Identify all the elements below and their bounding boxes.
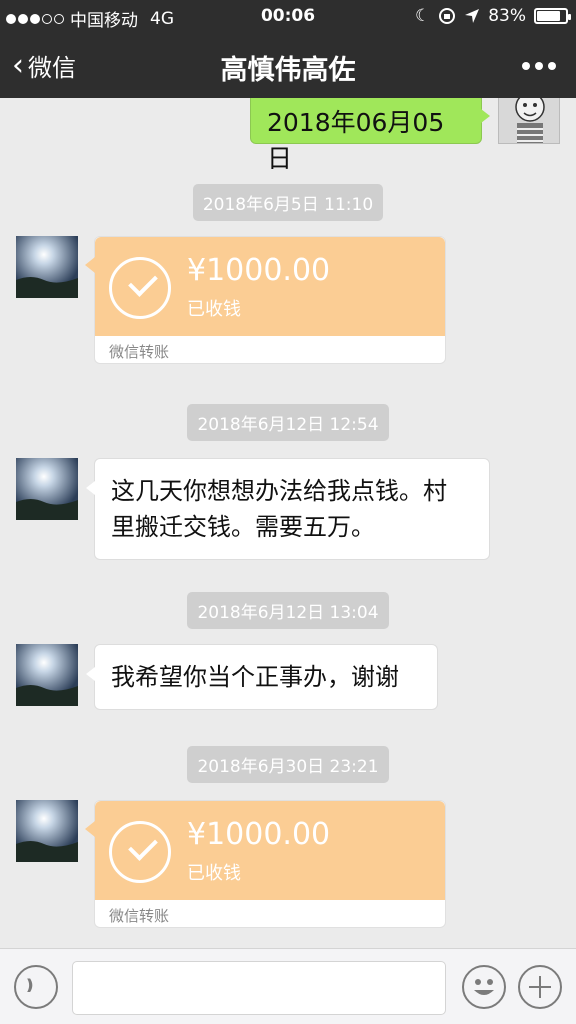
chat-title: 高慎伟高佐 [220, 55, 356, 86]
battery-fill [537, 11, 561, 21]
timestamp-row: 2018年6月12日 12:54 [0, 404, 576, 441]
check-circle-icon [109, 257, 171, 319]
battery-icon [534, 8, 571, 24]
money-transfer-card[interactable]: ¥1000.00 已收钱 微信转账 [85, 800, 446, 928]
transfer-amount: ¥1000.00 [187, 253, 331, 288]
timestamp: 2018年6月12日 13:04 [187, 592, 389, 629]
incoming-text-message[interactable]: 我希望你当个正事办，谢谢 [86, 644, 438, 710]
message-input[interactable] [72, 961, 446, 1015]
transfer-label: 微信转账 [109, 907, 170, 925]
smiley-face-icon [474, 979, 494, 995]
timestamp-row: 2018年6月5日 11:10 [0, 184, 576, 221]
status-bar: 中国移动 4G 00:06 ☾ 83% [0, 0, 576, 34]
emoji-icon[interactable] [462, 965, 506, 1009]
transfer-amount: ¥1000.00 [187, 817, 331, 852]
plus-icon[interactable] [518, 965, 562, 1009]
message-input-bar [0, 948, 576, 1024]
contact-avatar[interactable] [16, 458, 78, 520]
moon-icon: ☾ [414, 6, 431, 26]
battery-percent: 83% [488, 6, 526, 26]
voice-input-icon[interactable] [14, 965, 58, 1009]
more-options-icon[interactable] [522, 62, 556, 70]
timestamp: 2018年6月5日 11:10 [192, 184, 384, 221]
location-arrow-icon [465, 9, 480, 23]
rotation-lock-icon [439, 8, 456, 24]
status-right: ☾ 83% [414, 6, 571, 26]
message-line: 里搬迁交钱。需要五万。 [111, 513, 375, 541]
outgoing-message-bubble[interactable]: 2018年06月05日 [250, 98, 490, 173]
transfer-status: 已收钱 [187, 863, 241, 884]
money-transfer-card[interactable]: ¥1000.00 已收钱 微信转账 [85, 236, 446, 364]
check-circle-icon [109, 821, 171, 883]
timestamp: 2018年6月30日 23:21 [187, 746, 389, 783]
contact-avatar[interactable] [16, 800, 78, 862]
timestamp-row: 2018年6月12日 13:04 [0, 592, 576, 629]
contact-avatar[interactable] [16, 236, 78, 298]
contact-avatar[interactable] [16, 644, 78, 706]
chat-area[interactable]: 2018年06月05日 2018年6月5日 11:10 ¥1000.00 已收钱… [0, 98, 576, 948]
navigation-bar: ‹ 微信 高慎伟高佐 [0, 34, 576, 98]
incoming-text-message[interactable]: 这几天你想想办法给我点钱。村 里搬迁交钱。需要五万。 [86, 458, 490, 560]
transfer-label: 微信转账 [109, 343, 170, 361]
timestamp: 2018年6月12日 12:54 [187, 404, 389, 441]
message-line: 这几天你想想办法给我点钱。村 [111, 477, 447, 505]
transfer-status: 已收钱 [187, 299, 241, 320]
timestamp-row: 2018年6月30日 23:21 [0, 746, 576, 783]
my-avatar[interactable] [498, 98, 560, 144]
